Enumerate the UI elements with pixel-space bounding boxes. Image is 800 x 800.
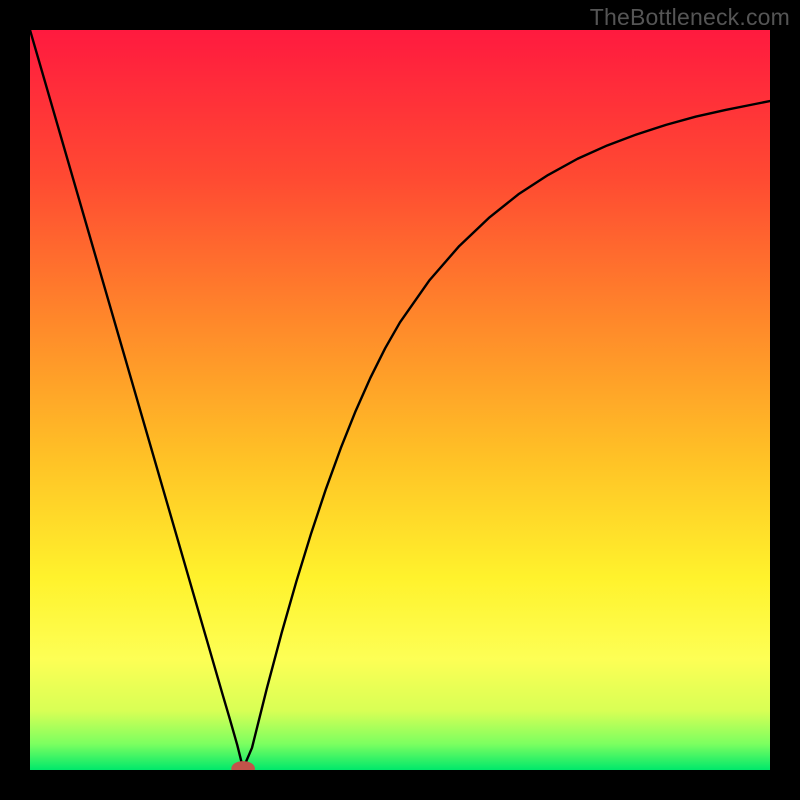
chart-frame: TheBottleneck.com — [0, 0, 800, 800]
watermark-text: TheBottleneck.com — [590, 4, 790, 31]
plot-area — [30, 30, 770, 770]
gradient-background — [30, 30, 770, 770]
chart-svg — [30, 30, 770, 770]
